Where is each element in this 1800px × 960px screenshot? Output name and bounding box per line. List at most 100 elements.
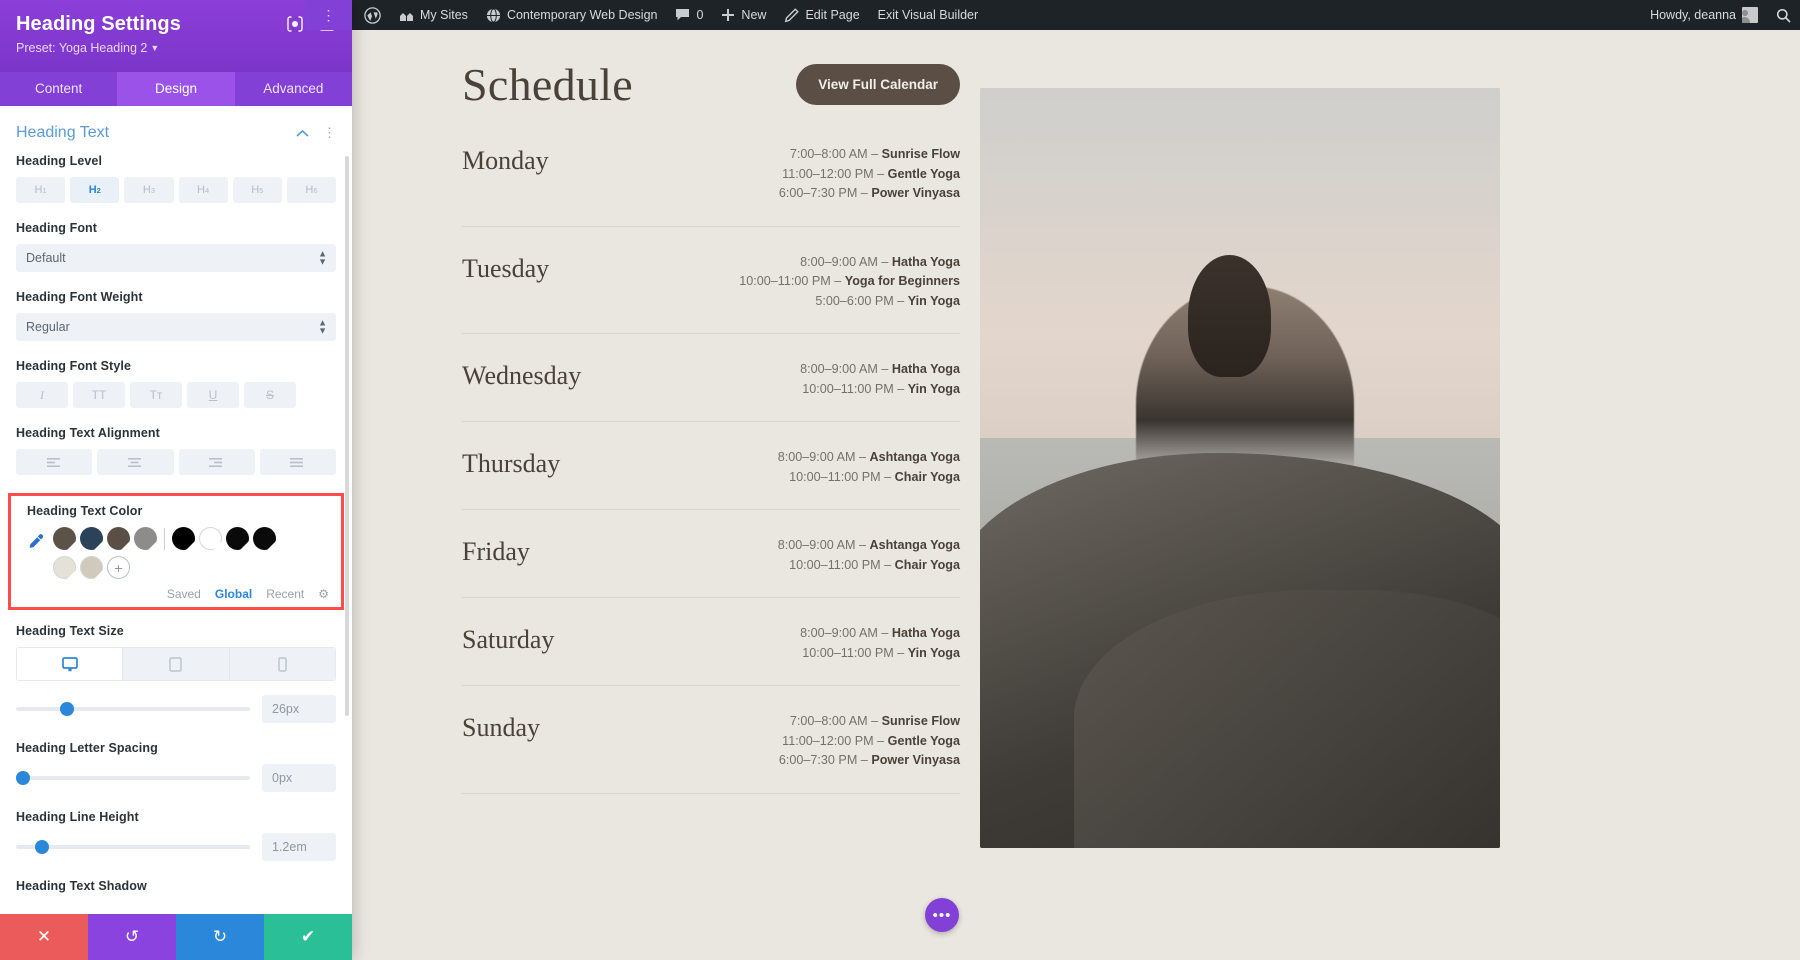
admin-bar-exit-visual-builder[interactable]: Exit Visual Builder: [869, 0, 988, 30]
kebab-menu-icon[interactable]: ⋮: [323, 125, 336, 141]
screen-root: Heading Settings Preset: Yoga Heading 2 …: [0, 0, 1800, 960]
schedule-class-name: Ashtanga Yoga: [869, 450, 960, 465]
color-swatch[interactable]: [253, 527, 276, 550]
heading-text-alignment-label: Heading Text Alignment: [16, 426, 160, 440]
redo-button[interactable]: ↻: [176, 914, 264, 960]
heading-level-h5[interactable]: H5: [232, 177, 282, 203]
cancel-button[interactable]: ✕: [0, 914, 88, 960]
heading-level-h3[interactable]: H3: [124, 177, 174, 203]
schedule-class-name: Sunrise Flow: [881, 714, 960, 729]
page-title: Heading Settings: [16, 13, 181, 35]
undo-button[interactable]: ↺: [88, 914, 176, 960]
heading-letter-spacing-value[interactable]: 0px: [262, 764, 336, 792]
font-style-uppercase-icon[interactable]: TT: [73, 382, 125, 408]
schedule-day-row: Friday 8:00–9:00 AM – Ashtanga Yoga 10:00–…: [462, 510, 960, 599]
swatch-divider: [164, 527, 165, 550]
device-tablet-icon[interactable]: [123, 648, 230, 680]
gear-icon[interactable]: ⚙: [318, 587, 329, 601]
align-right-icon[interactable]: [178, 449, 255, 475]
color-tab-saved[interactable]: Saved: [167, 587, 201, 601]
align-left-icon[interactable]: [16, 449, 93, 475]
align-center-icon[interactable]: [97, 449, 174, 475]
color-swatch[interactable]: [53, 527, 76, 550]
heading-level-h2[interactable]: H2: [70, 177, 120, 203]
admin-bar-search[interactable]: [1767, 0, 1800, 30]
slider-track: [16, 707, 250, 711]
tab-advanced[interactable]: Advanced: [235, 72, 352, 106]
color-tab-recent[interactable]: Recent: [266, 587, 304, 601]
heading-level-h4[interactable]: H4: [178, 177, 228, 203]
admin-bar-comment-count: 0: [696, 8, 704, 22]
admin-bar-edit-page[interactable]: Edit Page: [775, 0, 868, 30]
color-source-tabs: Saved Global Recent ⚙: [19, 587, 333, 601]
panel-scrollbar[interactable]: [345, 156, 349, 716]
eyedropper-icon[interactable]: [27, 527, 53, 556]
color-swatch[interactable]: [226, 527, 249, 550]
schedule-class-list: 7:00–8:00 AM – Sunrise Flow 11:00–12:00 P…: [779, 712, 960, 771]
color-swatch[interactable]: [107, 527, 130, 550]
heading-settings-panel: Heading Settings Preset: Yoga Heading 2 …: [0, 0, 352, 960]
color-swatch[interactable]: [53, 556, 76, 579]
admin-bar-my-sites[interactable]: My Sites: [390, 0, 477, 30]
admin-bar-account[interactable]: Howdy, deanna: [1641, 0, 1767, 30]
kebab-menu-icon[interactable]: ⋮: [322, 7, 336, 22]
page-settings-fab[interactable]: •••: [925, 898, 959, 932]
admin-bar-new[interactable]: New: [712, 0, 775, 30]
heading-font-weight-select[interactable]: Regular ▲ ▼: [16, 313, 336, 341]
chevron-up-icon[interactable]: [296, 126, 309, 141]
view-full-calendar-button[interactable]: View Full Calendar: [796, 64, 960, 105]
heading-text-size-value[interactable]: 26px: [262, 695, 336, 723]
schedule-day-row: Tuesday 8:00–9:00 AM – Hatha Yoga 10:00–11…: [462, 227, 960, 335]
field-heading-text-alignment: Heading Text Alignment: [0, 426, 352, 475]
color-swatch-row-2: +: [53, 556, 333, 579]
color-swatch-row-1: [53, 527, 333, 550]
admin-bar-site-name[interactable]: Contemporary Web Design: [477, 0, 667, 30]
heading-level-h1[interactable]: H1: [16, 177, 66, 203]
schedule-class-entry: 8:00–9:00 AM – Hatha Yoga: [800, 624, 960, 644]
search-icon: [1776, 8, 1791, 23]
heading-letter-spacing-slider[interactable]: [16, 771, 250, 785]
color-tab-global[interactable]: Global: [215, 587, 252, 601]
schedule-class-list: 8:00–9:00 AM – Ashtanga Yoga 10:00–11:00 …: [778, 536, 960, 575]
heading-level-h6[interactable]: H6: [286, 177, 337, 203]
target-icon[interactable]: [286, 15, 304, 33]
color-swatch[interactable]: [172, 527, 195, 550]
schedule-class-name: Chair Yoga: [894, 557, 960, 572]
admin-bar-site-name-label: Contemporary Web Design: [506, 8, 658, 22]
panel-adminbar-strip: ⋮: [305, 0, 352, 30]
slider-knob[interactable]: [34, 840, 49, 854]
schedule-day-name: Wednesday: [462, 361, 582, 391]
font-style-smallcaps-icon[interactable]: Tт: [130, 382, 182, 408]
color-swatch[interactable]: [134, 527, 157, 550]
heading-font-select[interactable]: Default ▲ ▼: [16, 244, 336, 272]
tab-design[interactable]: Design: [117, 72, 235, 106]
font-style-italic-icon[interactable]: I: [16, 382, 68, 408]
add-color-button[interactable]: +: [107, 556, 130, 579]
color-swatch[interactable]: [199, 527, 222, 550]
color-swatch[interactable]: [80, 527, 103, 550]
device-desktop-icon[interactable]: [17, 648, 124, 680]
slider-knob[interactable]: [60, 702, 75, 716]
tab-content[interactable]: Content: [0, 72, 117, 106]
yoga-photo: [980, 88, 1500, 848]
preset-selector[interactable]: Preset: Yoga Heading 2 ▼: [16, 41, 336, 55]
heading-line-height-value[interactable]: 1.2em: [262, 833, 336, 861]
admin-bar-comments[interactable]: 0: [666, 0, 712, 30]
device-phone-icon[interactable]: [229, 648, 335, 680]
schedule-column: Schedule View Full Calendar Monday 7:00–8…: [380, 58, 960, 848]
heading-line-height-slider[interactable]: [16, 840, 250, 854]
color-swatch[interactable]: [80, 556, 103, 579]
admin-bar-wordpress-logo[interactable]: [352, 0, 390, 30]
save-button[interactable]: ✔: [264, 914, 352, 960]
field-heading-font-weight: Heading Font Weight Regular ▲ ▼: [0, 290, 352, 341]
section-heading-text[interactable]: Heading Text ⋮: [0, 110, 352, 154]
align-justify-icon[interactable]: [259, 449, 336, 475]
font-style-strikethrough-icon[interactable]: S: [244, 382, 296, 408]
font-style-underline-icon[interactable]: U: [187, 382, 239, 408]
slider-knob[interactable]: [16, 771, 30, 785]
heading-text-size-slider[interactable]: [16, 702, 250, 716]
schedule-day-name: Sunday: [462, 713, 540, 743]
sites-icon: [399, 9, 414, 22]
schedule-class-time: 7:00–8:00 AM –: [789, 147, 882, 161]
schedule-class-entry: 10:00–11:00 PM – Yin Yoga: [800, 644, 960, 664]
